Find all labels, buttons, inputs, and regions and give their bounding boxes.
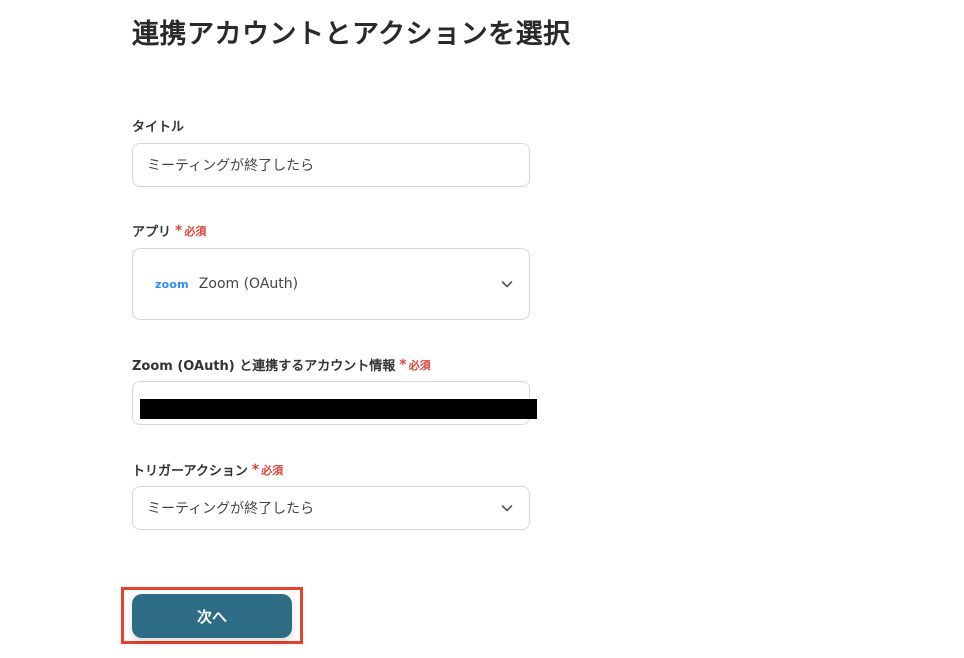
title-input-value: ミーティングが終了したら — [147, 158, 315, 174]
redaction-bar — [140, 399, 537, 419]
zoom-logo-icon: zoom — [155, 277, 189, 291]
required-text: 必須 — [184, 224, 207, 238]
chevron-down-icon — [501, 281, 513, 288]
trigger-label-text: トリガーアクション — [132, 464, 248, 479]
required-text: 必須 — [408, 358, 431, 372]
title-field-label: タイトル — [132, 116, 184, 135]
required-text: 必須 — [261, 463, 284, 477]
page-title: 連携アカウントとアクションを選択 — [132, 19, 571, 50]
title-label-text: タイトル — [132, 120, 185, 135]
trigger-field-label: トリガーアクション * 必須 — [132, 460, 283, 480]
account-field-label: Zoom (OAuth) と連携するアカウント情報 * 必須 — [132, 355, 431, 375]
trigger-select[interactable]: ミーティングが終了したら — [132, 486, 530, 530]
next-button[interactable]: 次へ — [132, 594, 292, 638]
page: 連携アカウントとアクションを選択 タイトル ミーティングが終了したら アプリ *… — [0, 0, 964, 658]
required-asterisk: * — [399, 356, 407, 373]
required-badge: * 必須 — [252, 462, 283, 478]
trigger-select-value: ミーティングが終了したら — [147, 501, 315, 517]
app-label-text: アプリ — [132, 225, 172, 240]
required-badge: * 必須 — [399, 357, 430, 373]
required-badge: * 必須 — [175, 223, 206, 239]
app-select-value: Zoom (OAuth) — [198, 276, 299, 292]
required-asterisk: * — [175, 222, 183, 239]
app-field-label: アプリ * 必須 — [132, 221, 206, 241]
required-asterisk: * — [251, 461, 260, 478]
app-select[interactable]: zoom Zoom (OAuth) — [132, 248, 530, 320]
account-label-text: Zoom (OAuth) と連携するアカウント情報 — [132, 359, 396, 374]
title-input[interactable]: ミーティングが終了したら — [132, 143, 530, 187]
chevron-down-icon — [501, 505, 513, 512]
